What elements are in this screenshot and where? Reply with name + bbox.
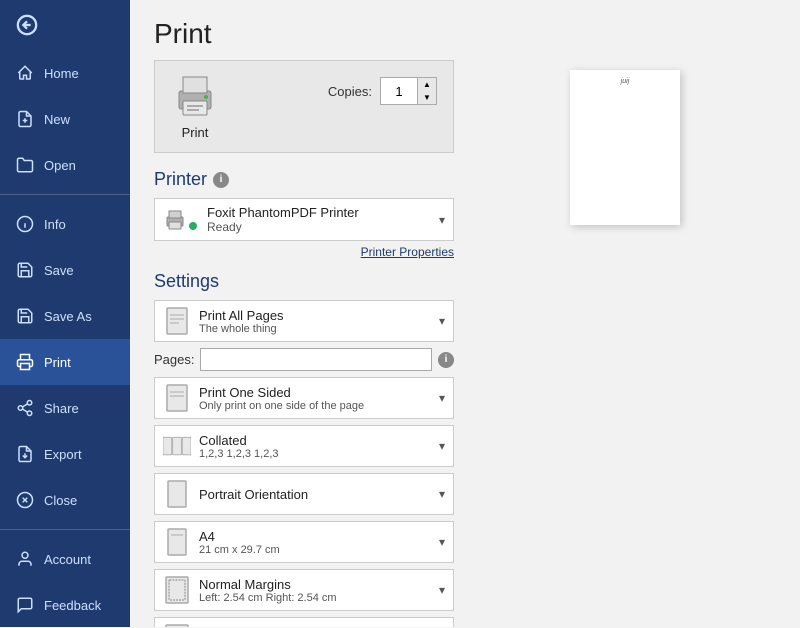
sidebar: Home New Open Info	[0, 0, 130, 627]
main-content: Print Print Copies:	[130, 0, 800, 627]
copies-label: Copies:	[328, 84, 372, 99]
sidebar-item-open-label: Open	[44, 158, 76, 173]
dropdown-margins[interactable]: Normal Margins Left: 2.54 cm Right: 2.54…	[154, 569, 454, 611]
share-icon	[16, 399, 34, 417]
pages-input-row: Pages: i	[154, 348, 454, 371]
account-icon	[16, 550, 34, 568]
settings-dropdowns: Print All Pages The whole thing ▾ Print …	[154, 300, 454, 627]
print-button[interactable]: Print	[171, 73, 219, 140]
printer-selector[interactable]: Foxit PhantomPDF Printer Ready ▾ Foxit P…	[154, 198, 454, 241]
feedback-icon	[16, 596, 34, 614]
sidebar-nav: Home New Open Info	[0, 50, 130, 523]
preview-pane: juij	[474, 60, 776, 627]
main-header: Print	[130, 0, 800, 60]
sidebar-item-feedback[interactable]: Feedback	[0, 582, 130, 628]
sidebar-item-info[interactable]: Info	[0, 201, 130, 247]
print-panel: Print Copies: ▲ ▼ Printer i	[154, 60, 454, 627]
save-icon	[16, 261, 34, 279]
sidebar-item-print-label: Print	[44, 355, 71, 370]
print-big-icon	[171, 73, 219, 121]
sidebar-item-close[interactable]: Close	[0, 477, 130, 523]
sidebar-item-save-as-label: Save As	[44, 309, 92, 324]
sidebar-divider-2	[0, 529, 130, 530]
print-button-area: Print Copies: ▲ ▼	[154, 60, 454, 153]
sidebar-divider-1	[0, 194, 130, 195]
home-icon	[16, 64, 34, 82]
sidebar-item-home[interactable]: Home	[0, 50, 130, 96]
preview-paper: juij	[570, 70, 680, 225]
dropdown-collate[interactable]: Collated 1,2,3 1,2,3 1,2,3 ▾ Collated	[154, 425, 454, 467]
printer-properties-link[interactable]: Printer Properties	[154, 245, 454, 259]
export-icon	[16, 445, 34, 463]
sidebar-item-account-label: Account	[44, 552, 91, 567]
printer-section-heading: Printer i	[154, 169, 454, 190]
pages-info-icon[interactable]: i	[438, 352, 454, 368]
page-title: Print	[154, 18, 776, 50]
dropdown-paper-size[interactable]: A4 21 cm x 29.7 cm ▾ A4	[154, 521, 454, 563]
new-doc-icon	[16, 110, 34, 128]
copies-input-wrap: ▲ ▼	[380, 77, 437, 105]
sidebar-item-info-label: Info	[44, 217, 66, 232]
settings-section-heading: Settings	[154, 271, 454, 292]
back-button[interactable]	[0, 0, 130, 50]
sidebar-item-print[interactable]: Print	[0, 339, 130, 385]
sidebar-item-close-label: Close	[44, 493, 77, 508]
dropdown-duplex[interactable]: Print One Sided Only print on one side o…	[154, 377, 454, 419]
sidebar-item-save-as[interactable]: Save As	[0, 293, 130, 339]
sidebar-item-feedback-label: Feedback	[44, 598, 101, 613]
copies-spinner: ▲ ▼	[417, 78, 436, 104]
printer-info-icon[interactable]: i	[213, 172, 229, 188]
dropdown-print-pages[interactable]: Print All Pages The whole thing ▾ Print …	[154, 300, 454, 342]
info-nav-icon	[16, 215, 34, 233]
open-icon	[16, 156, 34, 174]
sidebar-item-account[interactable]: Account	[0, 536, 130, 582]
copies-up-button[interactable]: ▲	[418, 78, 436, 91]
copies-down-button[interactable]: ▼	[418, 91, 436, 104]
sidebar-item-open[interactable]: Open	[0, 142, 130, 188]
dropdown-pages-per-sheet[interactable]: 1 Page Per Sheet ▾ 1 Page Per Sheet	[154, 617, 454, 627]
sidebar-item-share[interactable]: Share	[0, 385, 130, 431]
copies-row: Copies: ▲ ▼	[328, 77, 437, 105]
sidebar-item-home-label: Home	[44, 66, 79, 81]
sidebar-item-share-label: Share	[44, 401, 79, 416]
copies-input[interactable]	[381, 78, 417, 104]
save-as-icon	[16, 307, 34, 325]
dropdown-orientation[interactable]: Portrait Orientation ▾ Portrait Orientat…	[154, 473, 454, 515]
sidebar-item-save[interactable]: Save	[0, 247, 130, 293]
pages-input[interactable]	[200, 348, 432, 371]
sidebar-item-export-label: Export	[44, 447, 82, 462]
print-nav-icon	[16, 353, 34, 371]
sidebar-item-export[interactable]: Export	[0, 431, 130, 477]
preview-text: juij	[621, 78, 630, 85]
sidebar-item-new[interactable]: New	[0, 96, 130, 142]
print-label: Print	[182, 125, 209, 140]
close-nav-icon	[16, 491, 34, 509]
sidebar-item-new-label: New	[44, 112, 70, 127]
sidebar-bottom: Account Feedback	[0, 523, 130, 628]
pages-label: Pages:	[154, 352, 194, 367]
main-body: Print Copies: ▲ ▼ Printer i	[130, 60, 800, 627]
sidebar-item-save-label: Save	[44, 263, 74, 278]
